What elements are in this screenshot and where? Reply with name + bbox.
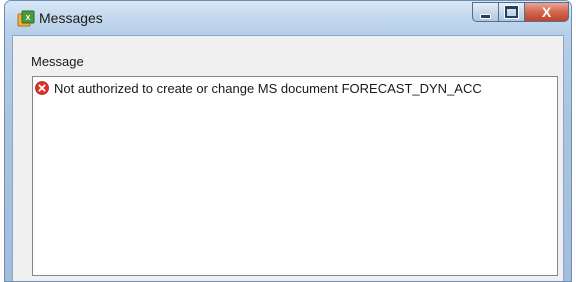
dialog-body: Message Not authorized to create or chan…	[12, 35, 564, 281]
close-button[interactable]: X	[524, 2, 569, 22]
message-group-label: Message	[31, 54, 84, 69]
minimize-button[interactable]	[472, 2, 499, 22]
error-icon	[35, 81, 49, 95]
list-item[interactable]: Not authorized to create or change MS do…	[35, 79, 482, 97]
maximize-button[interactable]	[498, 2, 525, 22]
svg-text:X: X	[26, 15, 31, 22]
minimize-icon	[480, 13, 491, 19]
message-text: Not authorized to create or change MS do…	[54, 80, 482, 96]
window-title: Messages	[39, 10, 103, 26]
title-bar[interactable]: X Messages X	[5, 1, 571, 35]
message-list[interactable]: Not authorized to create or change MS do…	[32, 76, 558, 276]
close-icon: X	[541, 4, 552, 20]
maximize-icon	[505, 6, 518, 18]
messages-window: X Messages X Message Not authorized to c…	[4, 0, 572, 282]
sap-app-icon: X	[17, 10, 35, 27]
